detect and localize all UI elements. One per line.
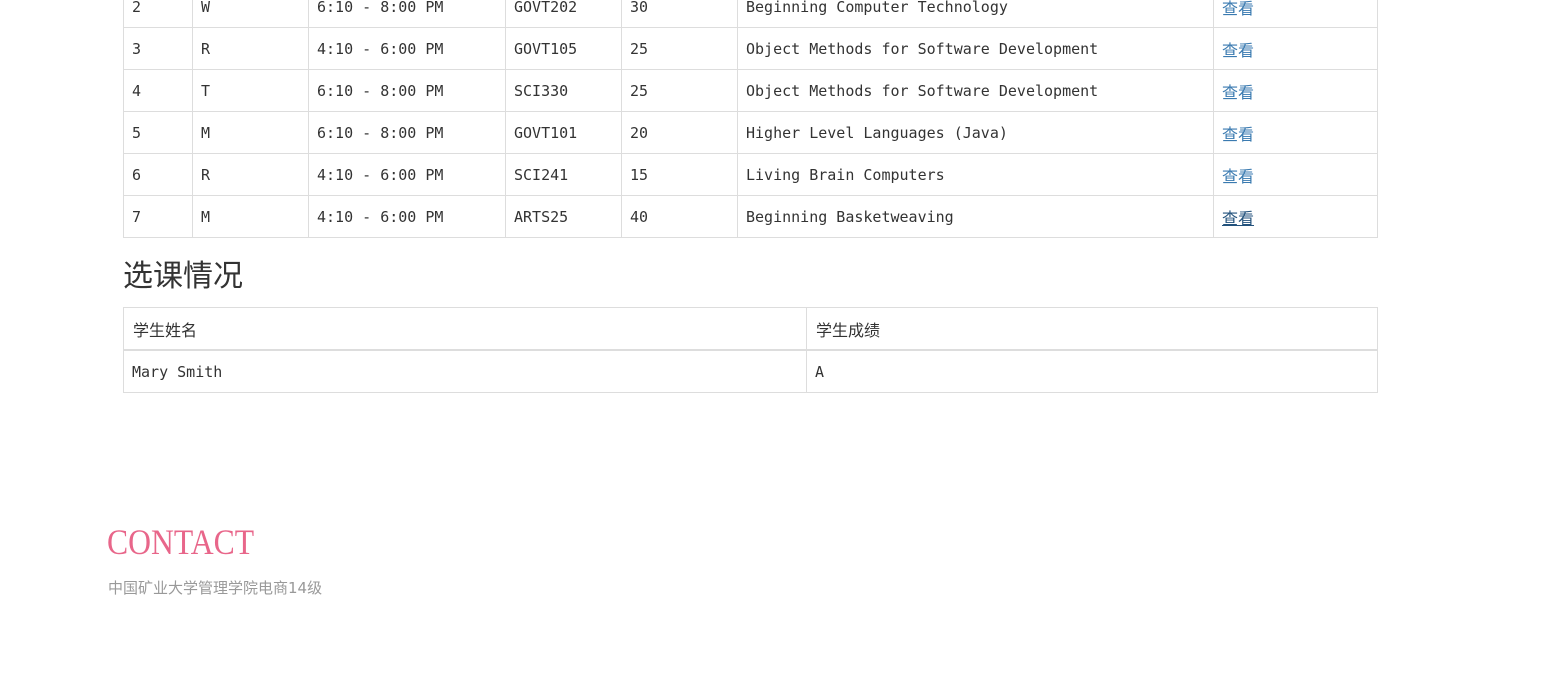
view-link[interactable]: 查看 xyxy=(1222,83,1254,102)
course-room: GOVT101 xyxy=(505,111,622,154)
course-capacity: 25 xyxy=(621,27,738,70)
course-room: GOVT202 xyxy=(505,0,622,28)
view-link[interactable]: 查看 xyxy=(1222,41,1254,60)
enrollment-section-title: 选课情况 xyxy=(123,259,243,294)
view-link[interactable]: 查看 xyxy=(1222,209,1254,228)
table-row: 7 M 4:10 - 6:00 PM ARTS25 40 Beginning B… xyxy=(123,195,1378,238)
contact-heading: CONTACT xyxy=(107,522,255,562)
table-row: 5 M 6:10 - 8:00 PM GOVT101 20 Higher Lev… xyxy=(123,111,1378,154)
page: 2 W 6:10 - 8:00 PM GOVT202 30 Beginning … xyxy=(0,0,1550,691)
course-number: 5 xyxy=(123,111,193,154)
course-capacity: 25 xyxy=(621,69,738,112)
course-time: 6:10 - 8:00 PM xyxy=(308,0,506,28)
course-room: ARTS25 xyxy=(505,195,622,238)
course-number: 6 xyxy=(123,153,193,196)
course-time: 4:10 - 6:00 PM xyxy=(308,153,506,196)
course-title: Object Methods for Software Development xyxy=(737,27,1214,70)
course-room: SCI241 xyxy=(505,153,622,196)
table-header-row: 学生姓名 学生成绩 xyxy=(123,307,1378,351)
course-action-cell: 查看 xyxy=(1213,27,1378,70)
course-room: SCI330 xyxy=(505,69,622,112)
course-day: R xyxy=(192,27,309,70)
contact-address: 中国矿业大学管理学院电商14级 xyxy=(108,579,323,597)
course-capacity: 20 xyxy=(621,111,738,154)
course-room: GOVT105 xyxy=(505,27,622,70)
course-number: 4 xyxy=(123,69,193,112)
enrollment-table: 学生姓名 学生成绩 Mary Smith A xyxy=(123,307,1378,393)
course-action-cell: 查看 xyxy=(1213,0,1378,28)
view-link[interactable]: 查看 xyxy=(1222,167,1254,186)
course-table-container: 2 W 6:10 - 8:00 PM GOVT202 30 Beginning … xyxy=(123,0,1378,238)
table-row: 2 W 6:10 - 8:00 PM GOVT202 30 Beginning … xyxy=(123,0,1378,28)
course-title: Higher Level Languages (Java) xyxy=(737,111,1214,154)
table-row: 4 T 6:10 - 8:00 PM SCI330 25 Object Meth… xyxy=(123,69,1378,112)
table-row: 3 R 4:10 - 6:00 PM GOVT105 25 Object Met… xyxy=(123,27,1378,70)
course-capacity: 15 xyxy=(621,153,738,196)
course-time: 4:10 - 6:00 PM xyxy=(308,27,506,70)
enrollment-table-container: 学生姓名 学生成绩 Mary Smith A xyxy=(123,307,1378,393)
course-action-cell: 查看 xyxy=(1213,195,1378,238)
table-row: 6 R 4:10 - 6:00 PM SCI241 15 Living Brai… xyxy=(123,153,1378,196)
course-time: 6:10 - 8:00 PM xyxy=(308,111,506,154)
course-capacity: 40 xyxy=(621,195,738,238)
column-header-student-grade: 学生成绩 xyxy=(806,307,1378,351)
course-title: Beginning Computer Technology xyxy=(737,0,1214,28)
student-name: Mary Smith xyxy=(123,349,807,393)
view-link[interactable]: 查看 xyxy=(1222,0,1254,18)
course-number: 2 xyxy=(123,0,193,28)
course-action-cell: 查看 xyxy=(1213,69,1378,112)
course-day: R xyxy=(192,153,309,196)
course-time: 6:10 - 8:00 PM xyxy=(308,69,506,112)
course-time: 4:10 - 6:00 PM xyxy=(308,195,506,238)
course-day: M xyxy=(192,111,309,154)
course-title: Beginning Basketweaving xyxy=(737,195,1214,238)
student-grade: A xyxy=(806,349,1378,393)
column-header-student-name: 学生姓名 xyxy=(123,307,807,351)
course-title: Object Methods for Software Development xyxy=(737,69,1214,112)
course-day: M xyxy=(192,195,309,238)
course-table: 2 W 6:10 - 8:00 PM GOVT202 30 Beginning … xyxy=(123,0,1378,238)
course-title: Living Brain Computers xyxy=(737,153,1214,196)
course-action-cell: 查看 xyxy=(1213,111,1378,154)
course-action-cell: 查看 xyxy=(1213,153,1378,196)
table-row: Mary Smith A xyxy=(123,349,1378,393)
course-number: 7 xyxy=(123,195,193,238)
course-capacity: 30 xyxy=(621,0,738,28)
course-number: 3 xyxy=(123,27,193,70)
view-link[interactable]: 查看 xyxy=(1222,125,1254,144)
course-day: T xyxy=(192,69,309,112)
course-day: W xyxy=(192,0,309,28)
